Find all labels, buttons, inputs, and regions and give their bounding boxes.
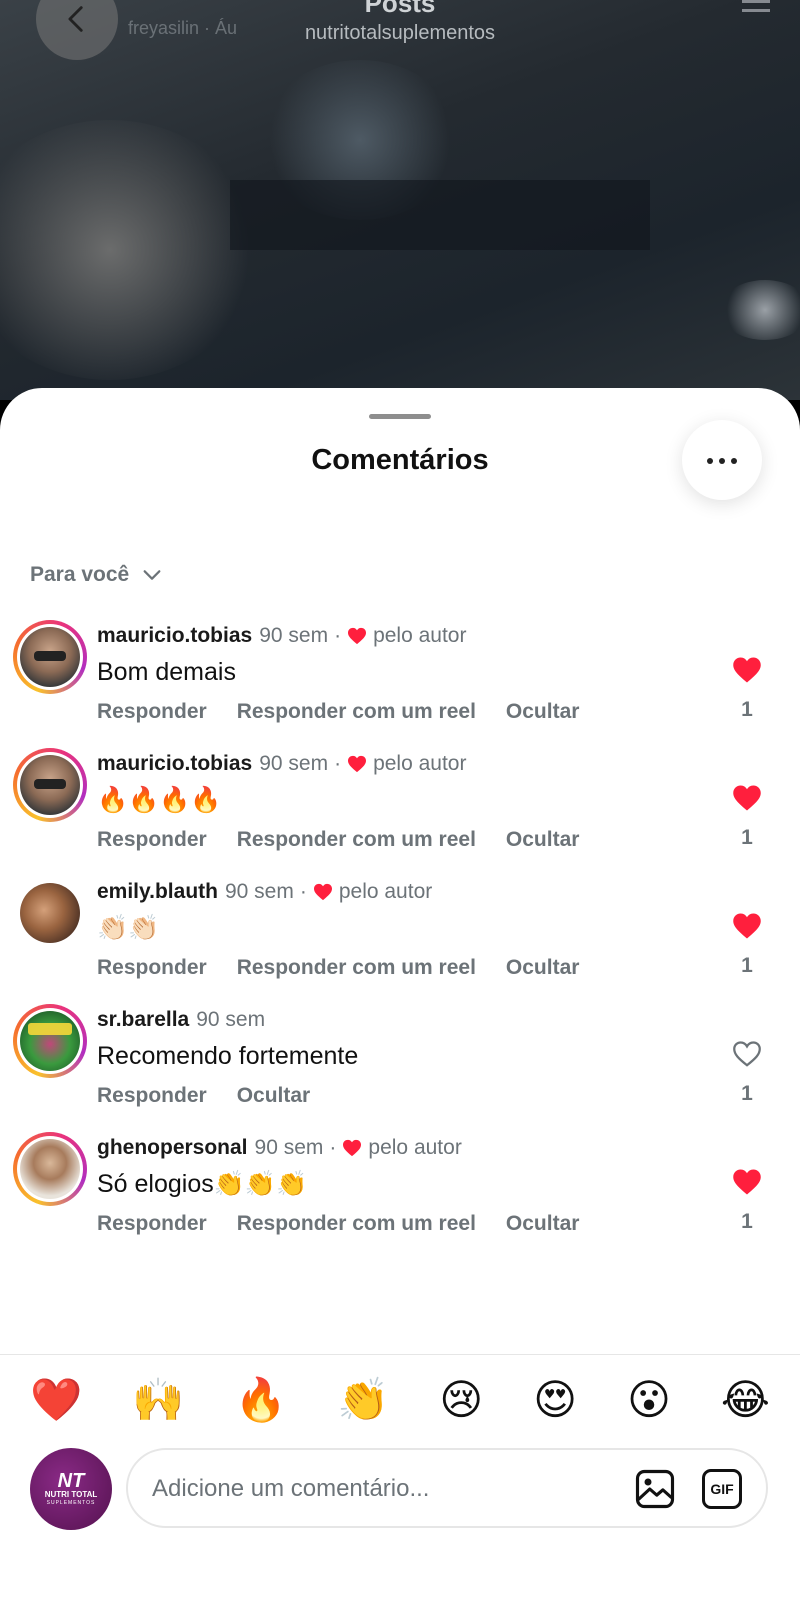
comment-item: emily.blauth 90 sem · pelo autor 👏🏻👏🏻 Re… bbox=[0, 874, 800, 1002]
comment-text: 🔥🔥🔥🔥 bbox=[97, 786, 222, 814]
emoji-heart-eyes-button[interactable]: 😍 bbox=[533, 1370, 577, 1430]
comment-text: Recomendo fortemente bbox=[97, 1042, 359, 1070]
more-options-button[interactable] bbox=[682, 420, 762, 500]
comment-input[interactable] bbox=[150, 1450, 594, 1528]
comment-time: 90 sem bbox=[259, 624, 329, 647]
like-count: 1 bbox=[741, 1082, 753, 1105]
back-button[interactable] bbox=[36, 0, 118, 60]
heart-filled-icon[interactable] bbox=[732, 912, 762, 940]
author-heart-icon bbox=[348, 755, 367, 773]
avatar[interactable] bbox=[13, 748, 87, 822]
avatar[interactable] bbox=[13, 876, 87, 950]
avatar[interactable] bbox=[13, 1132, 87, 1206]
liked-by-author-label: pelo autor bbox=[373, 752, 467, 775]
comment-time: 90 sem bbox=[259, 752, 329, 775]
comment-time: 90 sem bbox=[224, 880, 294, 903]
comment-username[interactable]: ghenopersonal bbox=[97, 1136, 248, 1160]
hide-button[interactable]: Ocultar bbox=[506, 828, 580, 852]
chevron-down-icon bbox=[143, 570, 161, 580]
hide-button[interactable]: Ocultar bbox=[506, 956, 580, 980]
comment-text: Bom demais bbox=[97, 658, 236, 686]
heart-filled-icon[interactable] bbox=[732, 784, 762, 812]
sheet-grabber[interactable] bbox=[369, 414, 431, 419]
emoji-heart-button[interactable]: ❤️ bbox=[30, 1370, 82, 1430]
reply-button[interactable]: Responder bbox=[97, 1084, 207, 1108]
reply-with-reel-button[interactable]: Responder com um reel bbox=[237, 1212, 476, 1236]
filter-label: Para você bbox=[30, 563, 130, 586]
filter-dropdown[interactable]: Para você bbox=[30, 563, 163, 587]
page-subtitle: nutritotalsuplementos bbox=[304, 22, 496, 44]
author-heart-icon bbox=[343, 1139, 362, 1157]
reply-button[interactable]: Responder bbox=[97, 828, 207, 852]
hide-button[interactable]: Ocultar bbox=[506, 700, 580, 724]
comment-item: mauricio.tobias 90 sem · pelo autor 🔥🔥🔥🔥… bbox=[0, 746, 800, 874]
liked-by-author-label: pelo autor bbox=[368, 1136, 462, 1159]
reply-button[interactable]: Responder bbox=[97, 1212, 207, 1236]
post-background: freyasilin · Áu Posts nutritotalsuplemen… bbox=[0, 0, 800, 400]
divider bbox=[0, 1354, 800, 1355]
emoji-raised-hands-button[interactable]: 🙌 bbox=[132, 1370, 184, 1430]
sheet-title: Comentários bbox=[311, 444, 489, 476]
hide-button[interactable]: Ocultar bbox=[237, 1084, 311, 1108]
heart-filled-icon[interactable] bbox=[732, 656, 762, 684]
author-heart-icon bbox=[348, 627, 367, 645]
reply-with-reel-button[interactable]: Responder com um reel bbox=[237, 828, 476, 852]
reply-with-reel-button[interactable]: Responder com um reel bbox=[237, 956, 476, 980]
gif-button[interactable]: GIF bbox=[702, 1469, 742, 1509]
comment-username[interactable]: mauricio.tobias bbox=[97, 752, 252, 776]
avatar[interactable] bbox=[13, 620, 87, 694]
comment-text: 👏🏻👏🏻 bbox=[97, 914, 160, 942]
emoji-laughing-button[interactable]: 😂 bbox=[721, 1370, 770, 1430]
comment-item: ghenopersonal 90 sem · pelo autor Só elo… bbox=[0, 1130, 800, 1258]
comment-time: 90 sem bbox=[196, 1008, 266, 1031]
comment-item: mauricio.tobias 90 sem · pelo autor Bom … bbox=[0, 618, 800, 746]
emoji-fire-button[interactable]: 🔥 bbox=[235, 1370, 287, 1430]
comment-list: mauricio.tobias 90 sem · pelo autor Bom … bbox=[0, 618, 800, 1258]
liked-by-author-label: pelo autor bbox=[373, 624, 467, 647]
comment-input-container: GIF bbox=[126, 1448, 768, 1528]
reply-button[interactable]: Responder bbox=[97, 956, 207, 980]
heart-outline-icon[interactable] bbox=[732, 1040, 762, 1068]
comment-time: 90 sem bbox=[254, 1136, 324, 1159]
image-icon[interactable] bbox=[634, 1468, 676, 1510]
like-count: 1 bbox=[741, 954, 753, 977]
liked-by-author-label: pelo autor bbox=[338, 880, 433, 903]
author-heart-icon bbox=[313, 883, 332, 901]
menu-icon[interactable] bbox=[742, 0, 770, 20]
like-count: 1 bbox=[741, 698, 753, 721]
hide-button[interactable]: Ocultar bbox=[506, 1212, 580, 1236]
emoji-surprised-button[interactable]: 😮 bbox=[627, 1370, 671, 1430]
current-user-avatar: NT NUTRI TOTAL SUPLEMENTOS bbox=[30, 1448, 112, 1530]
more-icon bbox=[704, 451, 740, 469]
comment-text: Só elogios👏👏👏 bbox=[97, 1170, 308, 1198]
comment-username[interactable]: sr.barella bbox=[97, 1008, 189, 1032]
reply-with-reel-button[interactable]: Responder com um reel bbox=[237, 700, 476, 724]
avatar-logo: NT bbox=[57, 1470, 85, 1492]
comment-username[interactable]: mauricio.tobias bbox=[97, 624, 252, 648]
gif-label: GIF bbox=[710, 1481, 734, 1497]
emoji-clap-button[interactable]: 👏 bbox=[337, 1370, 389, 1430]
chevron-left-icon bbox=[68, 6, 83, 32]
page-title: Posts bbox=[364, 0, 436, 18]
avatar[interactable] bbox=[13, 1004, 87, 1078]
heart-filled-icon[interactable] bbox=[732, 1168, 762, 1196]
like-count: 1 bbox=[741, 826, 753, 849]
comment-username[interactable]: emily.blauth bbox=[97, 880, 218, 904]
avatar-brand-sub: SUPLEMENTOS bbox=[46, 1500, 96, 1506]
like-count: 1 bbox=[741, 1210, 753, 1233]
avatar-brand: NUTRI TOTAL bbox=[44, 1490, 98, 1499]
emoji-reaction-bar: ❤️ 🙌 🔥 👏 😢 😍 😮 😂 bbox=[0, 1370, 800, 1430]
comment-item: sr.barella 90 sem Recomendo fortemente R… bbox=[0, 1002, 800, 1130]
reply-button[interactable]: Responder bbox=[97, 700, 207, 724]
emoji-crying-button[interactable]: 😢 bbox=[439, 1370, 483, 1430]
